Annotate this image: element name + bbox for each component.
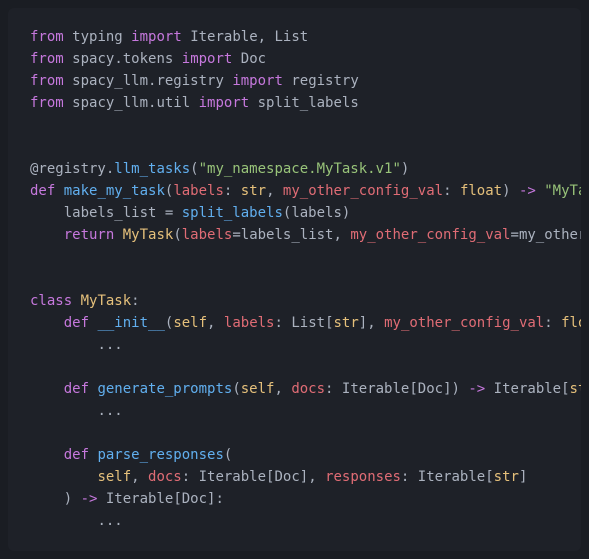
code-line: def parse_responses( (30, 447, 232, 463)
code-line: def __init__(self, labels: List[str], my… (30, 315, 581, 331)
code-line: return MyTask(labels=labels_list, my_oth… (30, 227, 581, 243)
code-line: ... (30, 337, 123, 353)
code-line: labels_list = split_labels(labels) (30, 205, 350, 221)
code-line: class MyTask: (30, 293, 140, 309)
code-line: from spacy_llm.registry import registry (30, 73, 359, 89)
code-line: ) -> Iterable[Doc]: (30, 491, 224, 507)
code-block: from typing import Iterable, List from s… (8, 8, 581, 551)
code-line: def generate_prompts(self, docs: Iterabl… (30, 381, 581, 397)
code-line: @registry.llm_tasks("my_namespace.MyTask… (30, 161, 409, 177)
code-line: from spacy.tokens import Doc (30, 51, 266, 67)
code-line: self, docs: Iterable[Doc], responses: It… (30, 469, 527, 485)
code-line: ... (30, 513, 123, 529)
code-line: def make_my_task(labels: str, my_other_c… (30, 183, 581, 199)
code-line: from spacy_llm.util import split_labels (30, 95, 359, 111)
code-line: ... (30, 403, 123, 419)
code-line: from typing import Iterable, List (30, 29, 308, 45)
